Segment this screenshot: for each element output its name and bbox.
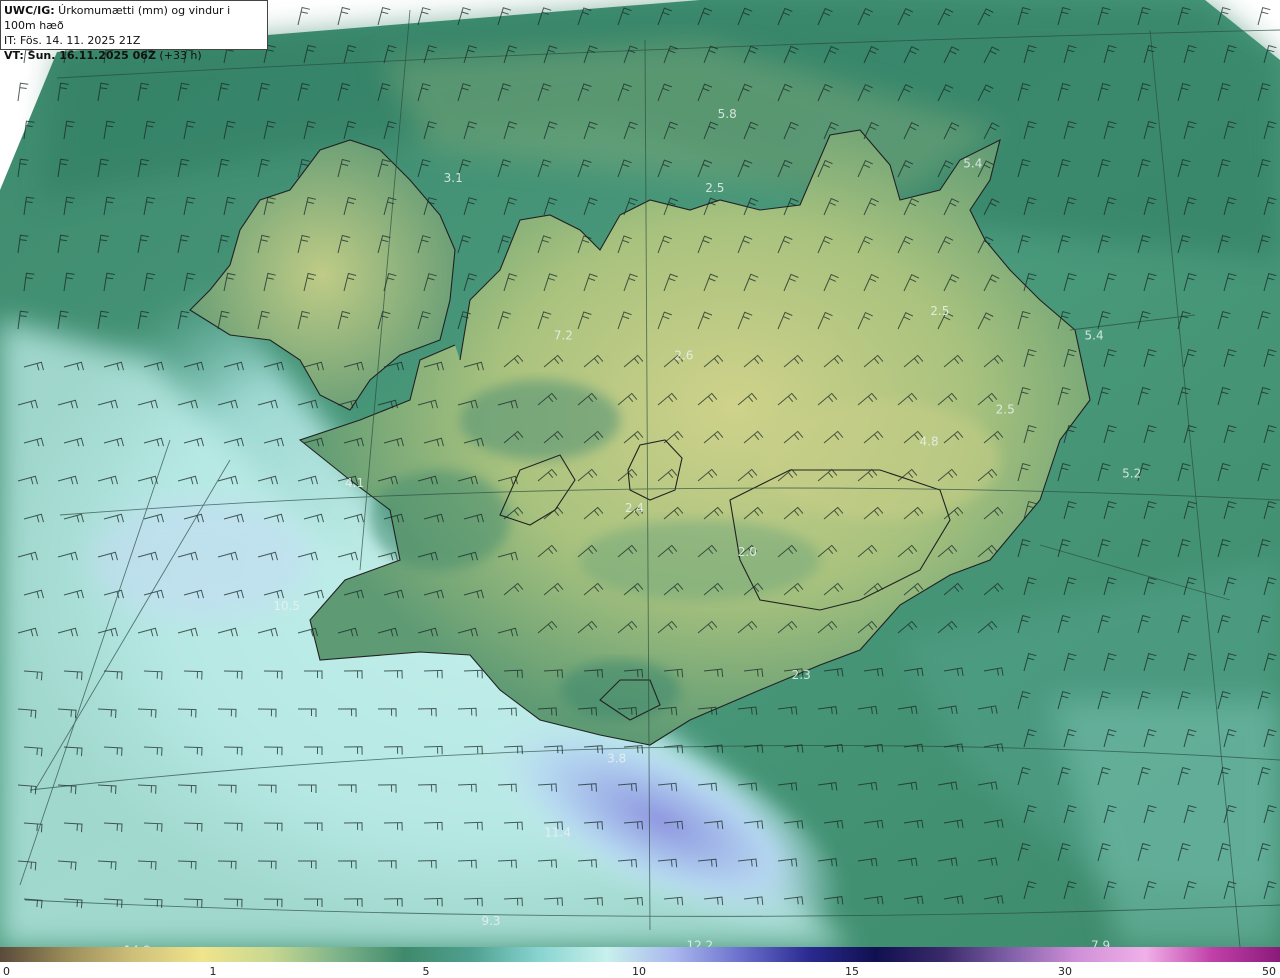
precip-value-label: 12.2 — [686, 939, 713, 947]
colorbar-tick-label: 15 — [845, 965, 859, 978]
init-time: IT: Fös. 14. 11. 2025 21Z — [4, 34, 141, 47]
colorbar-tick-label: 50 — [1262, 965, 1276, 978]
precip-value-label: 9.3 — [481, 914, 500, 928]
precip-value-label: 10.5 — [273, 599, 300, 613]
title-box: UWC/IG: Úrkomumætti (mm) og vindur i 100… — [0, 0, 268, 62]
precip-value-label: 2.3 — [792, 668, 811, 682]
forecast-lead: (+33 h) — [155, 49, 202, 62]
valid-time: VT: Sun. 16.11.2025 06Z — [4, 49, 156, 62]
precip-value-label: 3.1 — [444, 171, 463, 185]
colorbar-tick-label: 30 — [1058, 965, 1072, 978]
precip-value-label: 2.4 — [625, 501, 644, 515]
map: 3.74.73.15.85.42.52.55.47.22.62.54.85.24… — [0, 0, 1280, 978]
precip-value-label: 2.0 — [738, 545, 757, 559]
precip-value-label: 4.8 — [920, 434, 939, 448]
colorbar: 0 1 5 10 15 30 50 — [0, 947, 1280, 978]
colorbar-tick-label: 10 — [632, 965, 646, 978]
precip-value-label: 7.2 — [554, 329, 573, 343]
colorbar-tick-label: 0 — [3, 965, 10, 978]
precip-value-label: 2.5 — [930, 304, 949, 318]
precip-value-label: 2.5 — [705, 181, 724, 195]
precip-value-label: 4.1 — [345, 476, 364, 490]
colorbar-gradient — [0, 947, 1280, 962]
precip-value-label: 2.6 — [674, 348, 693, 362]
precip-value-label: 5.4 — [1085, 329, 1104, 343]
product-label: UWC/IG: — [4, 4, 55, 17]
precip-value-label: 5.2 — [1122, 466, 1141, 480]
precip-value-label: 7.9 — [1091, 939, 1110, 947]
colorbar-tick-label: 1 — [209, 965, 217, 978]
precipitation-wind-map: 3.74.73.15.85.42.52.55.47.22.62.54.85.24… — [0, 0, 1280, 947]
precip-value-label: 11.4 — [544, 826, 571, 840]
precip-value-label: 2.5 — [996, 402, 1015, 416]
precip-value-label: 3.8 — [607, 752, 626, 766]
colorbar-tick-label: 5 — [422, 965, 430, 978]
precip-value-label: 5.8 — [718, 107, 737, 121]
precip-value-label: 5.4 — [963, 156, 982, 170]
